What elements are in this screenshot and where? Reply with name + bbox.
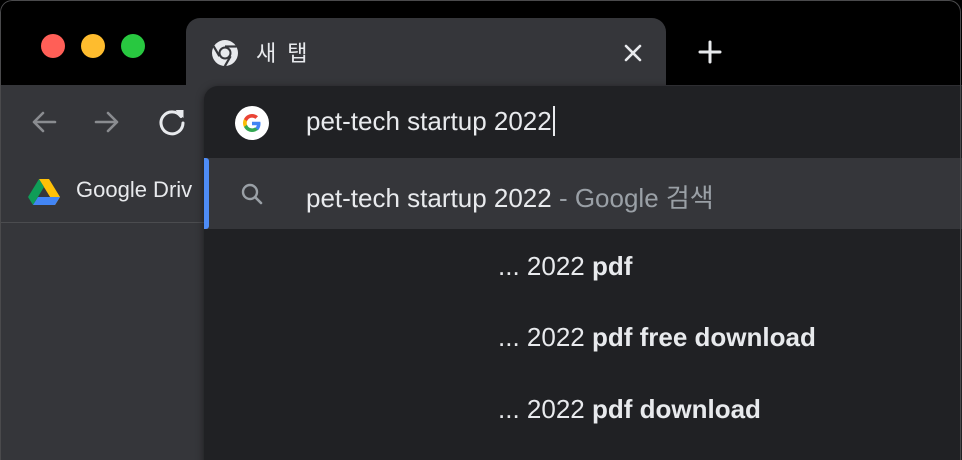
suggestion-item[interactable]: ... 2022 pdf free download [498, 322, 816, 362]
selection-indicator [204, 158, 209, 229]
omnibox-value: pet-tech startup 2022 [306, 106, 552, 136]
text-caret [552, 106, 555, 136]
google-g-icon [235, 106, 269, 140]
tab-new-tab[interactable]: 새 탭 [186, 18, 666, 85]
suggestion-completion: pdf [591, 251, 633, 281]
close-icon[interactable] [622, 42, 644, 64]
browser-window: 새 탭 Google Driv pet-tech startup 2022 pe… [0, 0, 962, 460]
window-maximize-button[interactable] [121, 34, 145, 58]
google-drive-icon [28, 179, 60, 205]
suggestion-item[interactable]: ... 2022 pdf download [498, 394, 761, 434]
omnibox-dropdown: pet-tech startup 2022 pet-tech startup 2… [204, 86, 962, 460]
suggestion-selected[interactable]: pet-tech startup 2022 - Google 검색 [204, 158, 962, 229]
window-close-button[interactable] [41, 34, 65, 58]
suggestion-prefix: ... 2022 [498, 322, 592, 352]
suggestion-prefix: ... 2022 [498, 394, 592, 424]
bookmark-label: Google Driv [76, 177, 193, 202]
arrow-left-icon[interactable] [29, 107, 59, 137]
chrome-icon [212, 40, 238, 67]
omnibox-input[interactable]: pet-tech startup 2022 [306, 106, 555, 137]
window-minimize-button[interactable] [81, 34, 105, 58]
search-icon [241, 183, 263, 205]
plus-icon[interactable] [698, 40, 722, 64]
suggestion-text: pet-tech startup 2022 - Google 검색 [306, 178, 714, 215]
arrow-right-icon[interactable] [92, 107, 122, 137]
suggestion-item[interactable]: ... 2022 pdf [498, 251, 632, 291]
suggestion-source: Google 검색 [574, 183, 714, 213]
suggestion-prefix: ... 2022 [498, 251, 592, 281]
suggestion-separator: - [551, 183, 575, 213]
tab-title: 새 탭 [256, 42, 310, 67]
suggestion-completion: pdf free download [591, 322, 816, 352]
suggestion-completion: pdf download [591, 394, 761, 424]
suggestion-query: pet-tech startup 2022 [306, 183, 552, 213]
reload-icon[interactable] [157, 107, 187, 137]
